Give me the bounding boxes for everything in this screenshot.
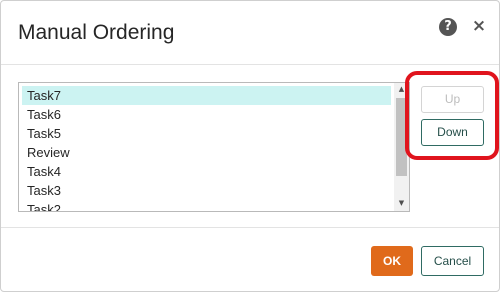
manual-ordering-dialog: Manual Ordering ? × Task7 Task6 Task5 Re… [0,0,500,292]
dialog-title: Manual Ordering [18,21,175,44]
task-order-listbox[interactable]: Task7 Task6 Task5 Review Task4 Task3 Tas… [18,82,410,212]
help-icon[interactable]: ? [439,18,457,36]
close-icon[interactable]: × [471,15,487,37]
highlight-annotation [405,71,499,160]
list-item[interactable]: Task7 [22,86,391,105]
task-list: Task7 Task6 Task5 Review Task4 Task3 Tas… [22,86,391,211]
ok-button[interactable]: OK [371,246,413,276]
list-item[interactable]: Review [22,143,391,162]
move-down-button[interactable]: Down [421,119,484,146]
list-item[interactable]: Task6 [22,105,391,124]
scroll-down-arrow-icon[interactable]: ▼ [394,197,409,210]
cancel-button[interactable]: Cancel [421,246,484,276]
dialog-header: Manual Ordering ? × [1,1,499,65]
list-item[interactable]: Task3 [22,181,391,200]
footer-divider [1,227,499,228]
list-item[interactable]: Task5 [22,124,391,143]
list-item[interactable]: Task2 [22,200,391,211]
list-item[interactable]: Task4 [22,162,391,181]
move-up-button[interactable]: Up [421,86,484,113]
